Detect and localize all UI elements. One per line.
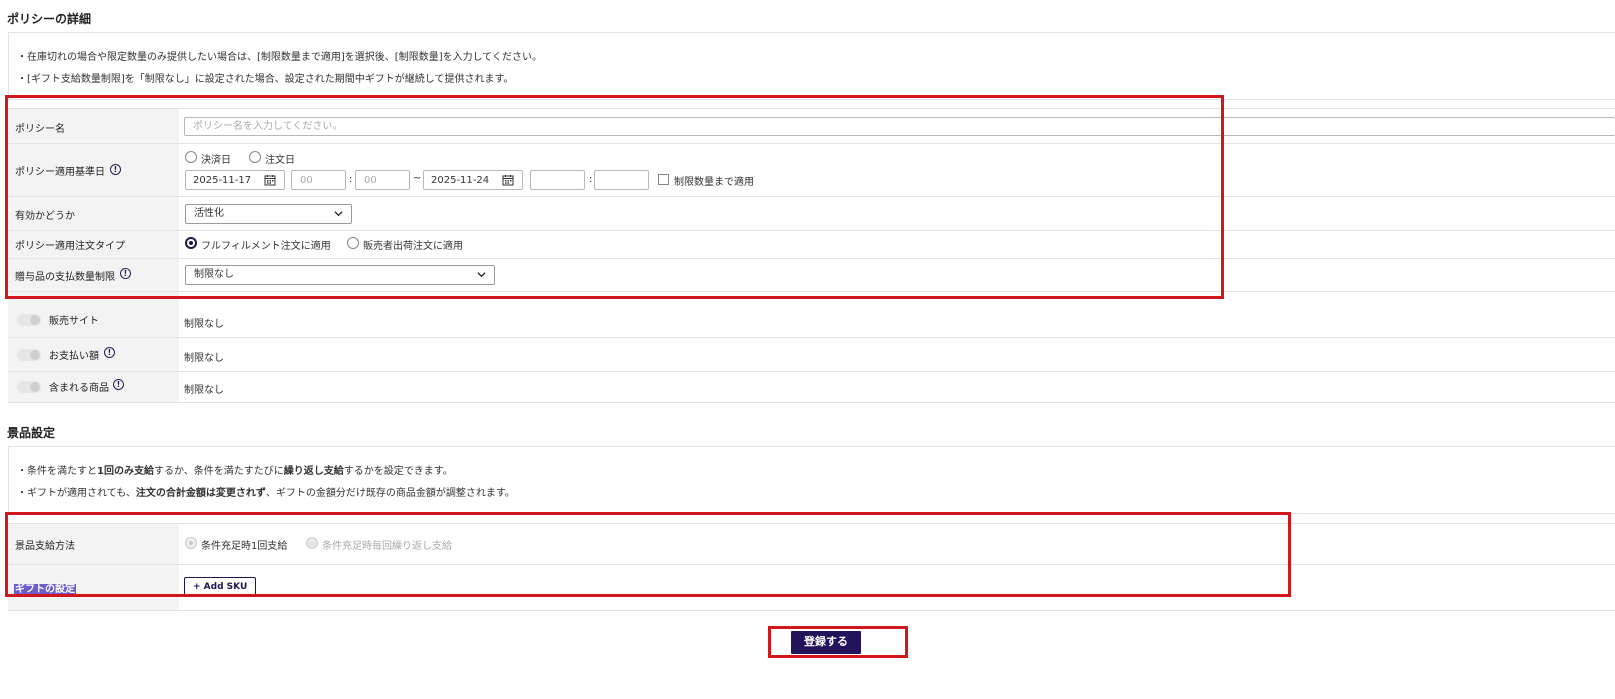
- policy-notes-panel: [8, 32, 1615, 100]
- prize-note-2: ・ギフトが適用されても、注文の合計金額は変更されず、ギフトの金額分だけ既存の商品…: [17, 488, 515, 499]
- end-hour-input[interactable]: [530, 170, 585, 190]
- apply-date-label: ポリシー適用基準日: [15, 167, 105, 178]
- included-products-value: 制限なし: [184, 385, 224, 396]
- payment-amount-value: 制限なし: [184, 353, 224, 364]
- gift-limit-info-icon[interactable]: !: [120, 268, 131, 279]
- chevron-down-icon: [477, 272, 486, 278]
- sales-site-label: 販売サイト: [49, 316, 99, 327]
- validity-select-value: 活性化: [194, 208, 224, 219]
- policy-name-label: ポリシー名: [15, 124, 65, 135]
- limit-quantity-checkbox-label: 制限数量まで適用: [674, 177, 754, 188]
- start-hour-input[interactable]: [291, 170, 346, 190]
- apply-date-info-icon[interactable]: !: [110, 164, 121, 175]
- start-date-value: 2025-11-17: [193, 175, 252, 186]
- limit-quantity-checkbox[interactable]: [658, 174, 669, 185]
- start-minute-input[interactable]: [355, 170, 410, 190]
- end-minute-input[interactable]: [594, 170, 649, 190]
- policy-section-title: ポリシーの詳細: [7, 12, 92, 26]
- gift-setting-label: ギフトの設定: [14, 584, 76, 595]
- end-date-value: 2025-11-24: [431, 175, 490, 186]
- radio-fulfillment-order[interactable]: [185, 237, 197, 249]
- start-date-field[interactable]: 2025-11-17: [185, 170, 285, 190]
- order-type-label: ポリシー適用注文タイプ: [15, 241, 125, 252]
- validity-select[interactable]: 活性化: [185, 204, 352, 224]
- add-sku-button[interactable]: + Add SKU: [184, 577, 257, 597]
- payment-amount-toggle[interactable]: [17, 349, 41, 361]
- radio-seller-order[interactable]: [347, 237, 359, 249]
- gift-limit-select[interactable]: 制限なし: [185, 265, 495, 285]
- prize-note-1: ・条件を満たすと1回のみ支給するか、条件を満たすたびに繰り返し支給するかを設定で…: [17, 466, 453, 477]
- calendar-icon[interactable]: [502, 174, 514, 186]
- register-button[interactable]: 登録する: [791, 631, 861, 654]
- sales-site-toggle[interactable]: [17, 314, 41, 326]
- payment-amount-label: お支払い額: [49, 351, 99, 362]
- end-date-field[interactable]: 2025-11-24: [423, 170, 523, 190]
- calendar-icon[interactable]: [264, 174, 276, 186]
- included-products-toggle[interactable]: [17, 381, 41, 393]
- radio-order-date-label: 注文日: [265, 155, 295, 166]
- radio-payment-date-label: 決済日: [201, 155, 231, 166]
- gift-limit-label: 贈与品の支払数量制限: [15, 272, 115, 283]
- radio-prize-repeat[interactable]: [306, 537, 318, 549]
- radio-fulfillment-order-label: フルフィルメント注文に適用: [201, 241, 331, 252]
- end-time-colon: :: [589, 174, 593, 185]
- sales-site-value: 制限なし: [184, 319, 224, 330]
- radio-order-date[interactable]: [249, 151, 261, 163]
- radio-seller-order-label: 販売者出荷注文に適用: [363, 241, 463, 252]
- chevron-down-icon: [334, 211, 343, 217]
- radio-prize-repeat-label: 条件充足時毎回繰り返し支給: [322, 541, 452, 552]
- gift-limit-select-value: 制限なし: [194, 269, 234, 280]
- validity-label: 有効かどうか: [15, 211, 75, 222]
- policy-form-table: [8, 108, 1615, 403]
- payment-amount-info-icon[interactable]: !: [104, 347, 115, 358]
- prize-notes-panel: [8, 446, 1615, 514]
- prize-method-label: 景品支給方法: [15, 541, 75, 552]
- prize-section-title: 景品設定: [7, 426, 56, 440]
- included-products-info-icon[interactable]: !: [113, 379, 124, 390]
- policy-note-2: ・[ギフト支給数量制限]を「制限なし」に設定された場合、設定された期間中ギフトが…: [17, 74, 514, 85]
- radio-prize-once-label: 条件充足時1回支給: [201, 541, 288, 552]
- start-time-colon: :: [349, 174, 353, 185]
- radio-payment-date[interactable]: [185, 151, 197, 163]
- radio-prize-once[interactable]: [185, 537, 197, 549]
- policy-note-1: ・在庫切れの場合や限定数量のみ提供したい場合は、[制限数量まで適用]を選択後、[…: [17, 52, 543, 63]
- date-range-tilde: ~: [413, 173, 422, 184]
- included-products-label: 含まれる商品: [49, 383, 109, 394]
- policy-name-input[interactable]: [184, 117, 1615, 136]
